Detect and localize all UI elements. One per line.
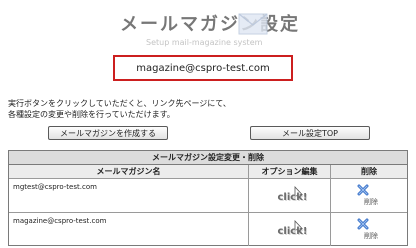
magazine-name-cell: magazine@cspro-test.com [9,213,249,246]
option-edit-cell: click! [249,179,331,212]
table-caption: メールマガジン設定変更・削除 [9,151,407,165]
option-edit-click-button[interactable]: click! [273,185,308,206]
magazine-name-cell: mgtest@cspro-test.com [9,179,249,212]
delete-cell: 削除 [331,179,407,212]
instructions-line-2: 各種設定の変更や削除を行っていただけます。 [8,110,175,119]
magazine-settings-table: メールマガジン設定変更・削除 メールマガジン名 オプション編集 削除 mgtes… [8,150,408,246]
column-header-option: オプション編集 [249,165,331,179]
click-label: click! [277,191,308,203]
instructions-text: 実行ボタンをクリックしていただくと、リンク先ページにて、 各種設定の変更や削除を… [8,98,231,120]
delete-button[interactable]: 削除 [352,184,386,208]
delete-button[interactable]: 削除 [352,218,386,242]
magazine-email-display: magazine@cspro-test.com [113,55,293,81]
delete-label: 削除 [364,197,378,206]
column-header-delete: 削除 [331,165,407,179]
table-row: mgtest@cspro-test.com click! 削除 [9,179,407,213]
column-header-name: メールマガジン名 [9,165,249,179]
page-subtitle: Setup mail-magazine system [146,38,263,47]
create-magazine-button[interactable]: メールマガジンを作成する [48,126,168,140]
click-label: click! [277,225,308,237]
page-header: メールマガジン設定 Setup mail-magazine system [0,0,416,52]
page-title: メールマガジン設定 [120,14,300,35]
delete-cell: 削除 [331,213,407,246]
option-edit-click-button[interactable]: click! [273,219,308,240]
delete-label: 削除 [364,231,378,240]
option-edit-cell: click! [249,213,331,246]
envelope-icon [238,13,268,35]
instructions-line-1: 実行ボタンをクリックしていただくと、リンク先ページにて、 [8,99,231,108]
mail-settings-top-button[interactable]: メール設定TOP [250,126,370,140]
table-row: magazine@cspro-test.com click! 削除 [9,213,407,247]
